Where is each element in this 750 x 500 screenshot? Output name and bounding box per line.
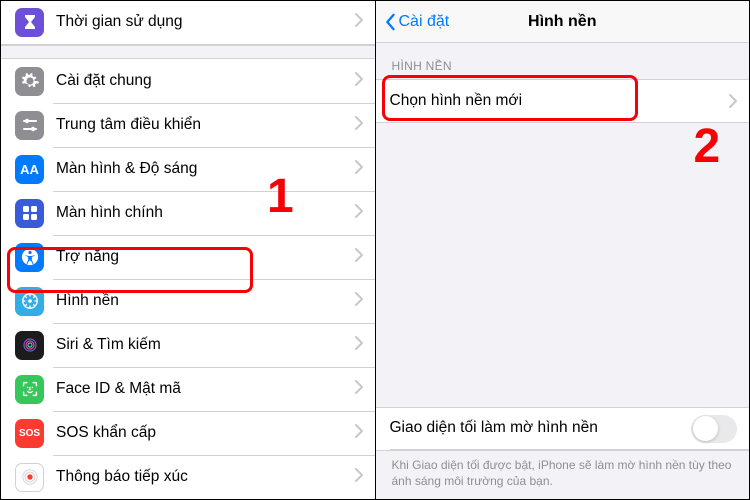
row-label: Màn hình chính bbox=[56, 204, 355, 223]
settings-row-5[interactable]: Trợ năng bbox=[1, 235, 375, 279]
settings-row-6[interactable]: Hình nền bbox=[1, 279, 375, 323]
settings-row-1[interactable]: Cài đặt chung bbox=[1, 59, 375, 103]
settings-row-7[interactable]: Siri & Tìm kiếm bbox=[1, 323, 375, 367]
dark-dim-label: Giao diện tối làm mờ hình nền bbox=[390, 419, 692, 438]
row-label: Trung tâm điều khiển bbox=[56, 116, 355, 135]
sos-icon: SOS bbox=[15, 419, 44, 448]
siri-icon bbox=[15, 331, 44, 360]
spacer bbox=[376, 123, 750, 407]
chevron-right-icon bbox=[355, 116, 363, 135]
chevron-right-icon bbox=[355, 292, 363, 311]
exposure-icon bbox=[15, 463, 44, 492]
sliders-icon bbox=[15, 111, 44, 140]
choose-new-wallpaper-row[interactable]: Chọn hình nền mới bbox=[376, 79, 750, 123]
settings-row-9[interactable]: SOS SOS khẩn cấp bbox=[1, 411, 375, 455]
dark-dim-toggle[interactable] bbox=[691, 415, 737, 443]
footer-text: Khi Giao diện tối được bật, iPhone sẽ là… bbox=[376, 451, 750, 499]
settings-row-4[interactable]: Màn hình chính bbox=[1, 191, 375, 235]
settings-row-10[interactable]: Thông báo tiếp xúc bbox=[1, 455, 375, 499]
choose-label: Chọn hình nền mới bbox=[390, 92, 730, 111]
chevron-left-icon bbox=[384, 13, 396, 31]
settings-row-0[interactable]: Thời gian sử dụng bbox=[1, 1, 375, 45]
chevron-right-icon bbox=[355, 380, 363, 399]
row-label: Hình nền bbox=[56, 292, 355, 311]
settings-row-2[interactable]: Trung tâm điều khiển bbox=[1, 103, 375, 147]
chevron-right-icon bbox=[729, 94, 737, 108]
accessibility-icon bbox=[15, 243, 44, 272]
row-label: Thời gian sử dụng bbox=[56, 13, 355, 32]
chevron-right-icon bbox=[355, 72, 363, 91]
settings-list: Thời gian sử dụng Cài đặt chung Trung tâm … bbox=[1, 1, 375, 500]
row-label: Màn hình & Độ sáng bbox=[56, 160, 355, 179]
wallpaper-icon bbox=[15, 287, 44, 316]
row-label: Cài đặt chung bbox=[56, 72, 355, 91]
row-label: SOS khẩn cấp bbox=[56, 424, 355, 443]
chevron-right-icon bbox=[355, 160, 363, 179]
text-size-icon: AA bbox=[15, 155, 44, 184]
wallpaper-body: HÌNH NỀN Chọn hình nền mới Giao diện tối… bbox=[376, 43, 750, 499]
grid-icon bbox=[15, 199, 44, 228]
chevron-right-icon bbox=[355, 336, 363, 355]
gear-icon bbox=[15, 67, 44, 96]
hourglass-icon bbox=[15, 8, 44, 37]
dark-dim-row[interactable]: Giao diện tối làm mờ hình nền bbox=[376, 407, 750, 451]
back-button[interactable]: Cài đặt bbox=[376, 13, 450, 31]
row-label: Siri & Tìm kiếm bbox=[56, 336, 355, 355]
settings-row-3[interactable]: AA Màn hình & Độ sáng bbox=[1, 147, 375, 191]
settings-row-8[interactable]: Face ID & Mật mã bbox=[1, 367, 375, 411]
settings-list-panel: Thời gian sử dụng Cài đặt chung Trung tâm … bbox=[0, 0, 376, 500]
nav-header: Cài đặt Hình nền bbox=[376, 1, 750, 43]
back-label: Cài đặt bbox=[399, 13, 450, 31]
chevron-right-icon bbox=[355, 248, 363, 267]
row-label: Face ID & Mật mã bbox=[56, 380, 355, 399]
chevron-right-icon bbox=[355, 204, 363, 223]
chevron-right-icon bbox=[355, 13, 363, 32]
chevron-right-icon bbox=[355, 424, 363, 443]
row-label: Trợ năng bbox=[56, 248, 355, 267]
faceid-icon bbox=[15, 375, 44, 404]
chevron-right-icon bbox=[355, 468, 363, 487]
section-header: HÌNH NỀN bbox=[376, 43, 750, 79]
row-label: Thông báo tiếp xúc bbox=[56, 468, 355, 487]
wallpaper-panel: Cài đặt Hình nền HÌNH NỀN Chọn hình nền … bbox=[376, 0, 750, 500]
